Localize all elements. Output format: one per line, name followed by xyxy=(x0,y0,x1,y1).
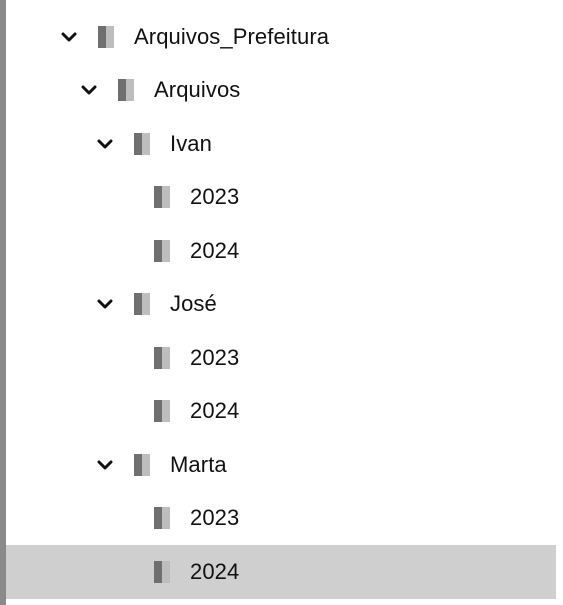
folder-icon xyxy=(118,78,134,102)
tree-node-arquivos-prefeitura[interactable]: Arquivos_Prefeitura xyxy=(6,10,556,64)
chevron-down-icon[interactable] xyxy=(58,26,80,48)
folder-icon xyxy=(154,185,170,209)
folder-icon xyxy=(154,346,170,370)
tree-node-label: Marta xyxy=(170,451,227,477)
tree-node-label: Arquivos xyxy=(154,77,241,103)
tree-node-label: 2023 xyxy=(190,505,240,531)
folder-icon xyxy=(154,560,170,584)
tree-node-label: 2024 xyxy=(190,237,240,263)
tree-node-label: 2024 xyxy=(190,558,240,584)
folder-icon xyxy=(154,239,170,263)
tree-node-label: José xyxy=(170,291,217,317)
folder-icon xyxy=(134,132,150,156)
tree-node-label: Arquivos_Prefeitura xyxy=(134,23,330,49)
folder-icon xyxy=(154,506,170,530)
chevron-down-icon[interactable] xyxy=(94,293,116,315)
folder-icon xyxy=(154,399,170,423)
tree-node-marta-2023[interactable]: 2023 xyxy=(6,492,556,546)
tree-node-ivan[interactable]: Ivan xyxy=(6,117,556,171)
tree-node-label: 2024 xyxy=(190,398,240,424)
chevron-down-icon[interactable] xyxy=(78,79,100,101)
tree-node-label: 2023 xyxy=(190,184,240,210)
folder-icon xyxy=(98,25,114,49)
folder-icon xyxy=(134,292,150,316)
tree-node-label: Ivan xyxy=(170,130,212,156)
tree-node-jose-2023[interactable]: 2023 xyxy=(6,331,556,385)
tree-node-marta-2024-selected[interactable]: 2024 xyxy=(6,545,556,599)
tree-node-jose-2024[interactable]: 2024 xyxy=(6,385,556,439)
chevron-down-icon[interactable] xyxy=(94,454,116,476)
folder-tree: Arquivos_Prefeitura Arquivos Ivan 2023 2… xyxy=(6,10,556,599)
tree-node-jose[interactable]: José xyxy=(6,278,556,332)
folder-icon xyxy=(134,453,150,477)
tree-node-arquivos[interactable]: Arquivos xyxy=(6,64,556,118)
tree-node-label: 2023 xyxy=(190,344,240,370)
tree-node-marta[interactable]: Marta xyxy=(6,438,556,492)
tree-node-ivan-2023[interactable]: 2023 xyxy=(6,171,556,225)
tree-node-ivan-2024[interactable]: 2024 xyxy=(6,224,556,278)
chevron-down-icon[interactable] xyxy=(94,133,116,155)
